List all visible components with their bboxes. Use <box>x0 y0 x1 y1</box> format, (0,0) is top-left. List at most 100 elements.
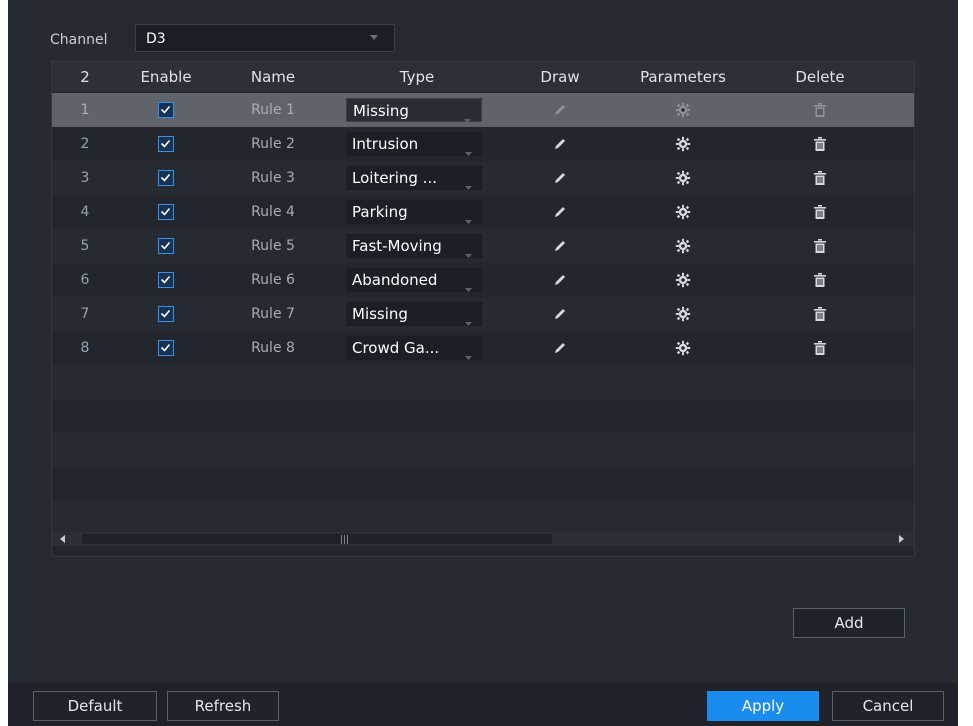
gear-icon[interactable] <box>608 195 758 229</box>
trash-icon[interactable] <box>758 93 882 127</box>
gear-icon[interactable] <box>608 161 758 195</box>
trash-icon[interactable] <box>758 331 882 365</box>
table-row[interactable]: 3 Rule 3 Loitering ... <box>52 161 914 195</box>
rule-name: Rule 4 <box>251 204 295 220</box>
rules-table: 2 Enable Name Type Draw Parameters Delet… <box>51 61 915 557</box>
add-button[interactable]: Add <box>793 608 905 638</box>
type-select-value: Crowd Ga... <box>352 339 440 357</box>
table-row[interactable]: 2 Rule 2 Intrusion <box>52 127 914 161</box>
header-enable: Enable <box>140 68 192 86</box>
type-select-value: Missing <box>352 305 408 323</box>
scrollbar-thumb[interactable]: ||| <box>82 534 552 545</box>
type-select[interactable]: Missing <box>346 98 482 123</box>
enable-checkbox[interactable] <box>118 195 214 229</box>
empty-row <box>52 433 914 467</box>
checkbox-checked-icon[interactable] <box>158 306 174 322</box>
type-select-value: Parking <box>352 203 408 221</box>
row-index: 5 <box>80 238 90 254</box>
pencil-icon[interactable] <box>512 195 608 229</box>
cancel-button[interactable]: Cancel <box>832 691 944 721</box>
chevron-down-icon <box>370 35 378 40</box>
type-select[interactable]: Abandoned <box>346 268 482 292</box>
row-index: 2 <box>80 136 90 152</box>
channel-select-value: D3 <box>146 31 166 47</box>
pencil-icon[interactable] <box>512 93 608 127</box>
gear-icon[interactable] <box>608 229 758 263</box>
checkbox-checked-icon[interactable] <box>158 204 174 220</box>
enable-checkbox[interactable] <box>118 263 214 297</box>
enable-checkbox[interactable] <box>118 161 214 195</box>
header-draw: Draw <box>540 68 580 86</box>
row-index: 4 <box>80 204 90 220</box>
chevron-down-icon <box>465 175 472 194</box>
trash-icon[interactable] <box>758 161 882 195</box>
gear-icon[interactable] <box>608 127 758 161</box>
type-select-value: Loitering ... <box>352 169 437 187</box>
checkbox-checked-icon[interactable] <box>158 136 174 152</box>
type-select[interactable]: Intrusion <box>346 132 482 156</box>
trash-icon[interactable] <box>758 263 882 297</box>
header-index: 2 <box>80 68 90 86</box>
pencil-icon[interactable] <box>512 229 608 263</box>
empty-row <box>52 467 914 501</box>
type-select[interactable]: Parking <box>346 200 482 224</box>
enable-checkbox[interactable] <box>118 229 214 263</box>
rule-name: Rule 1 <box>251 102 295 118</box>
horizontal-scrollbar[interactable]: ||| <box>52 532 914 546</box>
chevron-down-icon <box>465 345 472 364</box>
trash-icon[interactable] <box>758 297 882 331</box>
checkbox-checked-icon[interactable] <box>158 340 174 356</box>
enable-checkbox[interactable] <box>118 127 214 161</box>
gear-icon[interactable] <box>608 297 758 331</box>
table-row[interactable]: 6 Rule 6 Abandoned <box>52 263 914 297</box>
table-row[interactable]: 1 Rule 1 Missing <box>52 93 914 127</box>
type-select[interactable]: Crowd Ga... <box>346 336 482 360</box>
rule-name: Rule 5 <box>251 238 295 254</box>
channel-select[interactable]: D3 <box>135 24 395 52</box>
rule-name: Rule 7 <box>251 306 295 322</box>
pencil-icon[interactable] <box>512 161 608 195</box>
gear-icon[interactable] <box>608 263 758 297</box>
enable-checkbox[interactable] <box>118 331 214 365</box>
row-index: 7 <box>80 306 90 322</box>
chevron-down-icon <box>464 108 471 127</box>
table-row[interactable]: 8 Rule 8 Crowd Ga... <box>52 331 914 365</box>
type-select-value: Abandoned <box>352 271 438 289</box>
smart-plan-panel: Channel D3 2 Enable Name Type Draw Param… <box>8 0 958 726</box>
table-row[interactable]: 7 Rule 7 Missing <box>52 297 914 331</box>
bottom-bar: Default Refresh Apply Cancel <box>8 683 958 726</box>
rule-name: Rule 8 <box>251 340 295 356</box>
table-row[interactable]: 5 Rule 5 Fast-Moving <box>52 229 914 263</box>
checkbox-checked-icon[interactable] <box>158 272 174 288</box>
pencil-icon[interactable] <box>512 263 608 297</box>
enable-checkbox[interactable] <box>118 297 214 331</box>
type-select[interactable]: Loitering ... <box>346 166 482 190</box>
header-name: Name <box>250 68 296 86</box>
checkbox-checked-icon[interactable] <box>158 238 174 254</box>
pencil-icon[interactable] <box>512 297 608 331</box>
checkbox-checked-icon[interactable] <box>158 102 174 118</box>
pencil-icon[interactable] <box>512 331 608 365</box>
gear-icon[interactable] <box>608 331 758 365</box>
gear-icon[interactable] <box>608 93 758 127</box>
trash-icon[interactable] <box>758 229 882 263</box>
refresh-button[interactable]: Refresh <box>167 691 279 721</box>
checkbox-checked-icon[interactable] <box>158 170 174 186</box>
default-button[interactable]: Default <box>33 691 157 721</box>
type-select[interactable]: Missing <box>346 302 482 326</box>
table-row[interactable]: 4 Rule 4 Parking <box>52 195 914 229</box>
rule-name: Rule 2 <box>251 136 295 152</box>
enable-checkbox[interactable] <box>118 93 214 127</box>
scroll-right-icon[interactable] <box>899 535 904 543</box>
type-select-value: Missing <box>353 102 409 120</box>
scroll-left-icon[interactable] <box>60 535 65 543</box>
header-parameters: Parameters <box>640 68 726 86</box>
type-select[interactable]: Fast-Moving <box>346 234 482 258</box>
trash-icon[interactable] <box>758 127 882 161</box>
pencil-icon[interactable] <box>512 127 608 161</box>
type-select-value: Fast-Moving <box>352 237 442 255</box>
scrollbar-grip-icon: ||| <box>340 535 350 545</box>
trash-icon[interactable] <box>758 195 882 229</box>
channel-label: Channel <box>50 32 108 48</box>
apply-button[interactable]: Apply <box>707 691 819 721</box>
